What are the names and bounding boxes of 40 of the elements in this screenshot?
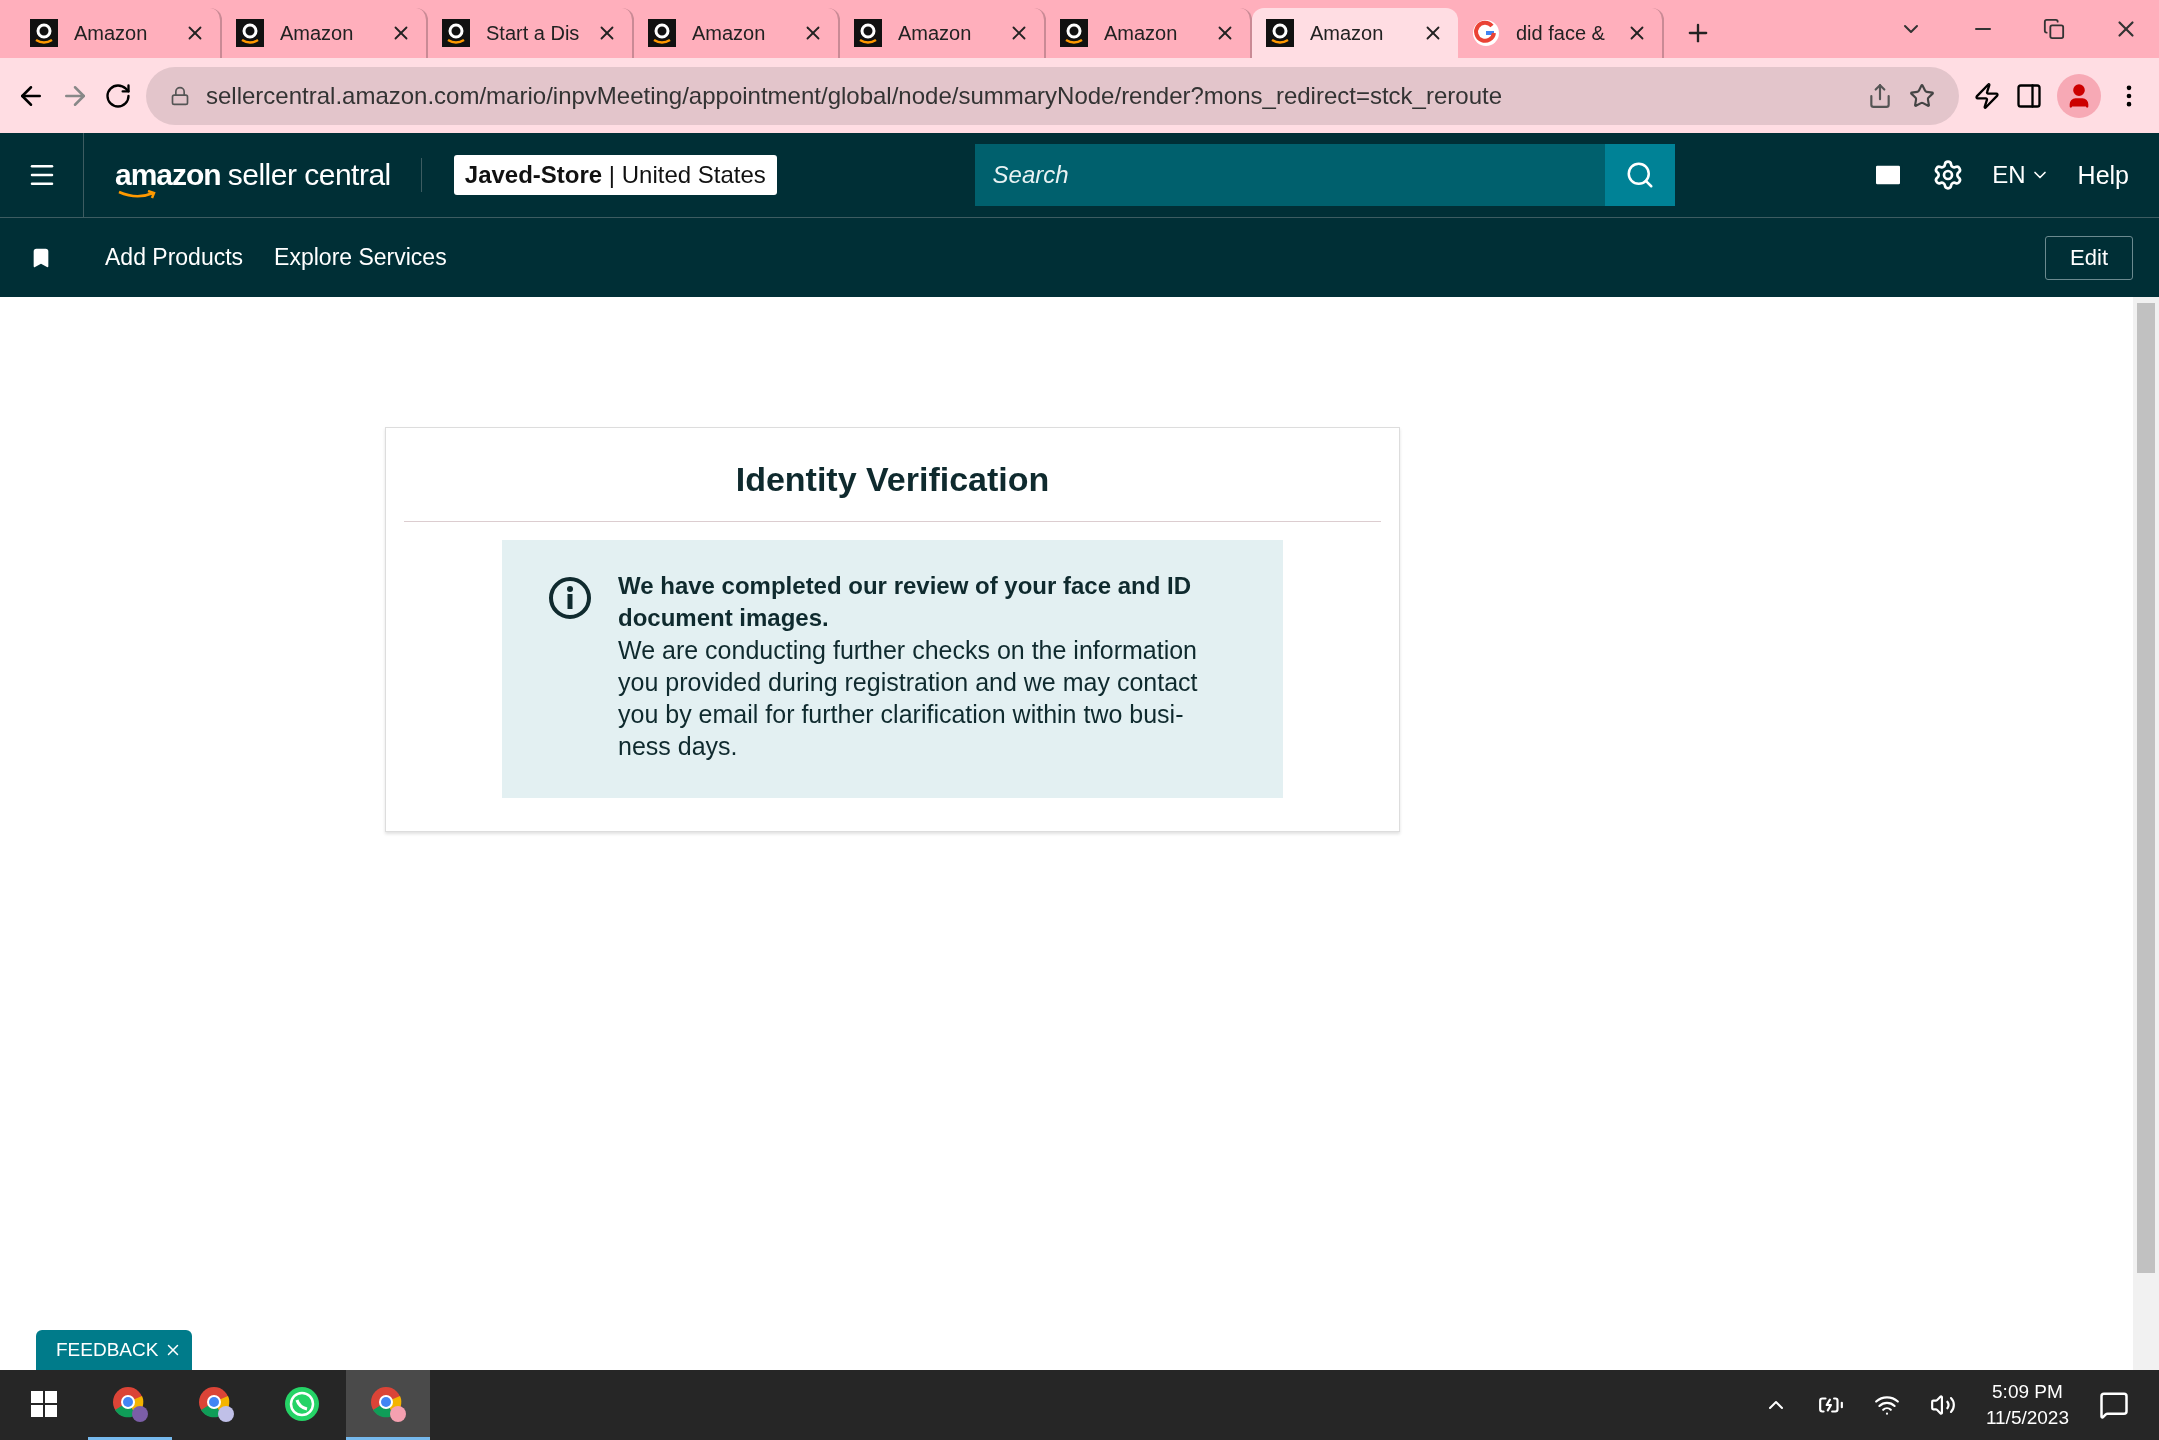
side-panel-icon[interactable] bbox=[2015, 81, 2043, 110]
logo-text: seller central bbox=[227, 158, 391, 192]
lock-icon bbox=[170, 85, 190, 106]
amazon-logo-icon bbox=[648, 19, 676, 47]
smile-icon bbox=[117, 190, 157, 200]
edit-button[interactable]: Edit bbox=[2045, 235, 2133, 280]
amazon-logo-icon bbox=[854, 19, 882, 47]
notification-icon[interactable] bbox=[2099, 1390, 2129, 1420]
logo-text: amazon bbox=[115, 158, 221, 192]
share-icon[interactable] bbox=[1867, 82, 1893, 109]
message-text: We are conducting further checks on the information you provided during registration and we may contact you by email for further clarification within two busi-ness days. bbox=[618, 635, 1199, 762]
info-icon bbox=[548, 576, 592, 620]
url-text: sellercentral.amazon.com/mario/inpvMeeting/appointment/global/node/summaryNode/render?mons_redirect=stck_reroute bbox=[206, 81, 1503, 110]
browser-tab[interactable]: Amazon bbox=[1252, 8, 1458, 58]
bookmark-star-icon[interactable] bbox=[1909, 82, 1935, 109]
address-bar[interactable]: sellercentral.amazon.com/mario/inpvMeeting/appointment/global/node/summaryNode/render?mons_redirect=stck_reroute bbox=[146, 66, 1959, 125]
extension-icon[interactable] bbox=[1973, 81, 2001, 110]
windows-start-icon[interactable] bbox=[31, 1390, 57, 1417]
volume-icon[interactable] bbox=[1929, 1392, 1956, 1418]
amazon-logo-icon bbox=[1060, 19, 1088, 47]
amazon-logo-icon bbox=[1266, 19, 1294, 47]
nav-link[interactable]: Explore Services bbox=[274, 244, 447, 271]
feedback-button[interactable]: FEEDBACK bbox=[36, 1330, 193, 1370]
message-heading: We have completed our review of your face and ID document images. bbox=[618, 571, 1193, 633]
card-title: Identity Verification bbox=[404, 428, 1381, 522]
reload-icon[interactable] bbox=[104, 81, 132, 110]
language-selector[interactable]: EN bbox=[1992, 161, 2050, 189]
help-link[interactable]: Help bbox=[2077, 160, 2129, 190]
google-logo-icon bbox=[1472, 19, 1500, 47]
amazon-logo-icon bbox=[442, 19, 470, 47]
restore-icon[interactable] bbox=[2043, 18, 2065, 40]
clock[interactable]: 5:09 PM 11/5/2023 bbox=[1985, 1381, 2069, 1429]
search-field[interactable]: Search bbox=[974, 144, 1605, 206]
scrollbar[interactable] bbox=[2133, 297, 2159, 1370]
store-selector[interactable]: Javed-Store | United States bbox=[453, 155, 777, 195]
search-button[interactable] bbox=[1604, 144, 1675, 206]
amazon-logo-icon bbox=[236, 19, 264, 47]
profile-avatar[interactable] bbox=[2057, 73, 2101, 118]
nav-link[interactable]: Add Products bbox=[105, 244, 244, 271]
amazon-logo-icon bbox=[30, 19, 58, 47]
